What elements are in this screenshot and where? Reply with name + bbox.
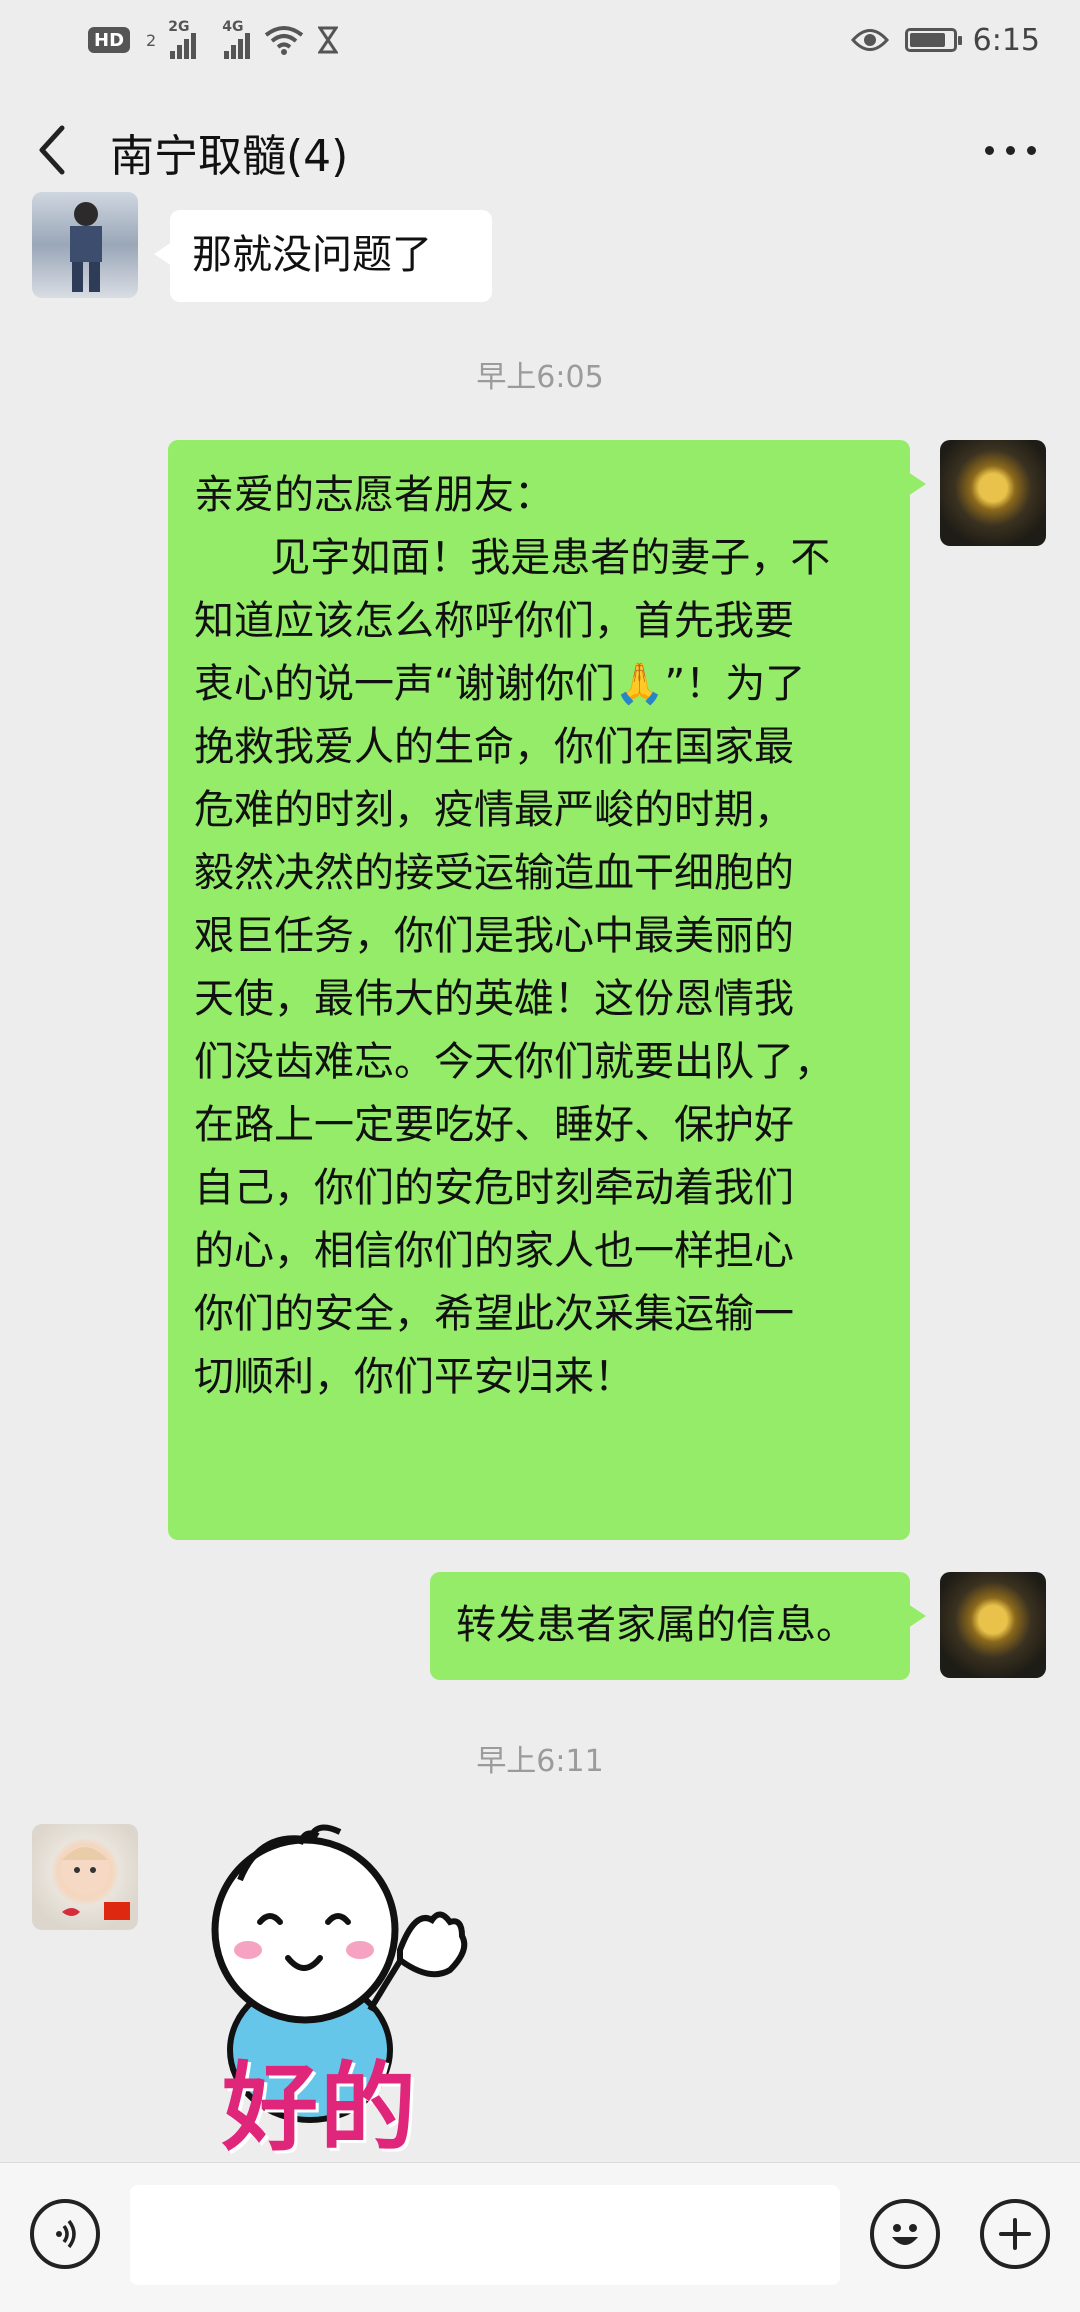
avatar[interactable]	[32, 192, 138, 298]
wifi-icon	[264, 26, 304, 55]
chat-header: 南宁取髓(4)	[0, 80, 1080, 218]
input-bar	[0, 2162, 1080, 2312]
chat-title: 南宁取髓(4)	[110, 131, 349, 182]
person-avatar-image	[70, 202, 102, 292]
status-left: HD 2 2G 4G	[88, 19, 339, 59]
plus-icon[interactable]	[980, 2199, 1050, 2269]
hd-label: HD	[94, 29, 125, 51]
message-bubble-sent[interactable]: 亲爱的志愿者朋友： 见字如面！我是患者的妻子，不 知道应该怎么称呼你们，首先我要…	[168, 440, 926, 1540]
more-icon[interactable]	[970, 130, 1050, 170]
message-bubble-sent[interactable]: 转发患者家属的信息。	[430, 1572, 926, 1680]
eye-icon	[850, 29, 889, 51]
message-bubble-received[interactable]: 那就没问题了	[154, 210, 492, 302]
status-time: 6:15	[972, 22, 1040, 58]
avatar[interactable]	[940, 1572, 1046, 1678]
battery-icon	[904, 28, 962, 52]
timestamp: 早上6:05	[476, 360, 604, 395]
message-text: 那就没问题了	[192, 232, 432, 278]
avatar[interactable]	[940, 440, 1046, 546]
hd-badge: HD	[88, 27, 131, 53]
message-text: 亲爱的志愿者朋友： 见字如面！我是患者的妻子，不 知道应该怎么称呼你们，首先我要…	[194, 472, 834, 1400]
status-right: 6:15	[850, 22, 1040, 58]
emoji-icon[interactable]	[870, 2199, 940, 2269]
message-input[interactable]	[130, 2185, 840, 2285]
voice-icon[interactable]	[30, 2199, 100, 2269]
signal-icon-2: 4G	[222, 19, 251, 59]
battery-fill	[909, 33, 946, 47]
hourglass-icon	[318, 26, 339, 54]
status-bar: HD 2 2G 4G 6:15	[0, 0, 1080, 80]
signal-icon: 2G	[168, 19, 197, 59]
baby-avatar-image	[61, 1846, 130, 1920]
avatar[interactable]	[32, 1824, 138, 1930]
sim1-generation: 2G	[168, 19, 190, 35]
message-text: 转发患者家属的信息。	[456, 1602, 856, 1648]
back-arrow-icon[interactable]	[30, 120, 80, 180]
hd-sub-label: 2	[146, 30, 157, 50]
sim2-generation: 4G	[222, 19, 244, 35]
timestamp: 早上6:11	[476, 1744, 604, 1779]
sticker-caption: 好的	[222, 2052, 418, 2164]
